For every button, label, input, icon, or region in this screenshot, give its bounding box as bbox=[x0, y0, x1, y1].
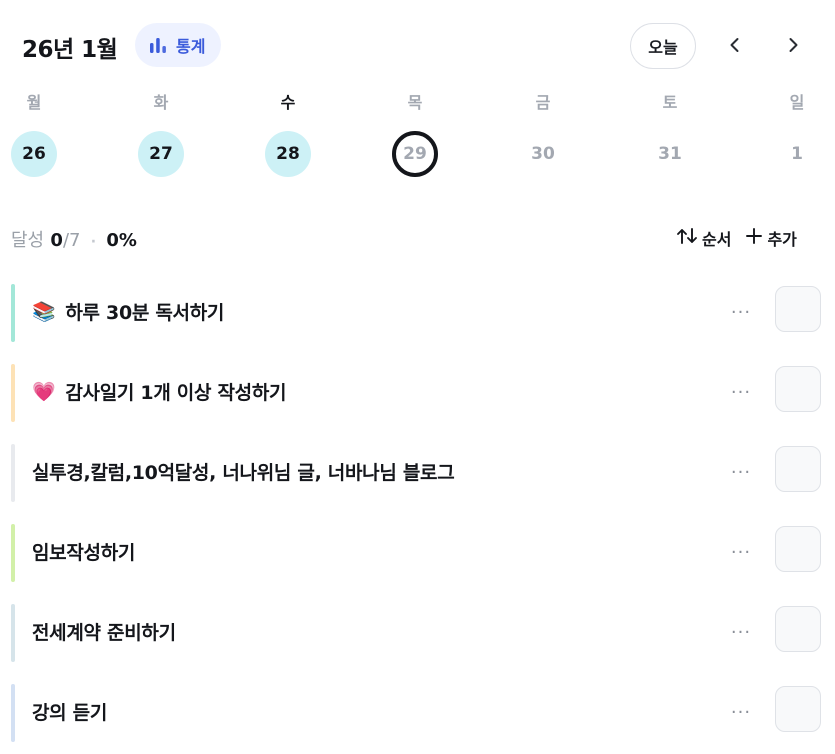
date-circle[interactable]: 27 bbox=[138, 131, 184, 177]
bar-chart-icon bbox=[149, 36, 169, 54]
task-title[interactable]: 전세계약 준비하기 bbox=[32, 618, 176, 645]
task-row[interactable]: 강의 듣기 ··· bbox=[0, 674, 835, 754]
week-strip: 월 26 화 27 수 28 목 29 금 30 토 31 일 1 bbox=[0, 88, 835, 184]
achievement-separator: · bbox=[90, 234, 97, 250]
more-options-icon[interactable]: ··· bbox=[725, 616, 757, 648]
day-column[interactable]: 일1 bbox=[767, 88, 827, 177]
task-checkbox[interactable] bbox=[775, 366, 821, 412]
task-emoji: 💗 bbox=[32, 381, 56, 403]
date-circle[interactable]: 31 bbox=[647, 131, 693, 177]
date-circle[interactable]: 1 bbox=[774, 131, 820, 177]
day-of-week-label: 일 bbox=[789, 93, 805, 112]
day-of-week-label: 토 bbox=[662, 93, 678, 112]
day-of-week-label: 금 bbox=[535, 93, 551, 112]
task-checkbox[interactable] bbox=[775, 686, 821, 732]
task-checkbox[interactable] bbox=[775, 526, 821, 572]
task-row[interactable]: 📚 하루 30분 독서하기 ··· bbox=[0, 274, 835, 354]
more-options-icon[interactable]: ··· bbox=[725, 536, 757, 568]
task-title[interactable]: 임보작성하기 bbox=[32, 538, 135, 565]
task-title-text: 실투경,칼럼,10억달성, 너나위님 글, 너바나님 블로그 bbox=[32, 462, 455, 484]
task-title-text: 강의 듣기 bbox=[32, 702, 108, 724]
calendar-header: 26년 1월 통계 오늘 bbox=[0, 22, 835, 70]
task-row[interactable]: 💗 감사일기 1개 이상 작성하기 ··· bbox=[0, 354, 835, 434]
task-color-bar bbox=[11, 604, 15, 662]
day-column[interactable]: 수 28 bbox=[258, 88, 318, 177]
date-circle[interactable]: 26 bbox=[11, 131, 57, 177]
day-column[interactable]: 월 26 bbox=[4, 88, 64, 177]
sort-label: 순서 bbox=[702, 230, 732, 249]
task-color-bar bbox=[11, 444, 15, 502]
task-row[interactable]: 전세계약 준비하기 ··· bbox=[0, 594, 835, 674]
add-task-button[interactable]: 추가 bbox=[745, 226, 797, 250]
more-options-icon[interactable]: ··· bbox=[725, 296, 757, 328]
date-circle[interactable]: 30 bbox=[520, 131, 566, 177]
task-emoji: 📚 bbox=[32, 301, 56, 323]
day-column[interactable]: 토 31 bbox=[640, 88, 700, 177]
day-of-week-label: 목 bbox=[407, 93, 423, 112]
list-actions: 순서 추가 bbox=[676, 226, 797, 250]
more-options-icon[interactable]: ··· bbox=[725, 456, 757, 488]
achievement-percent: 0% bbox=[106, 230, 137, 251]
task-title[interactable]: 📚 하루 30분 독서하기 bbox=[32, 298, 224, 325]
task-color-bar bbox=[11, 364, 15, 422]
chevron-left-icon[interactable] bbox=[718, 28, 752, 62]
sort-button[interactable]: 순서 bbox=[676, 226, 731, 250]
achievement-summary: 달성 0/7 · 0% bbox=[11, 226, 137, 252]
task-title[interactable]: 실투경,칼럼,10억달성, 너나위님 글, 너바나님 블로그 bbox=[32, 458, 455, 485]
task-title-text: 전세계약 준비하기 bbox=[32, 622, 176, 644]
sort-arrows-icon bbox=[676, 227, 698, 249]
stats-button[interactable]: 통계 bbox=[135, 23, 222, 67]
task-title-text: 하루 30분 독서하기 bbox=[65, 302, 225, 324]
day-column[interactable]: 목 29 bbox=[385, 88, 445, 177]
date-circle[interactable]: 29 bbox=[392, 131, 438, 177]
task-row[interactable]: 임보작성하기 ··· bbox=[0, 514, 835, 594]
task-color-bar bbox=[11, 284, 15, 342]
date-circle[interactable]: 28 bbox=[265, 131, 311, 177]
achievement-total: /7 bbox=[62, 230, 81, 251]
task-checkbox[interactable] bbox=[775, 286, 821, 332]
plus-icon bbox=[745, 227, 763, 249]
day-of-week-label: 수 bbox=[280, 93, 296, 112]
day-column[interactable]: 화 27 bbox=[131, 88, 191, 177]
chevron-right-icon[interactable] bbox=[776, 28, 810, 62]
day-of-week-label: 화 bbox=[153, 93, 169, 112]
more-options-icon[interactable]: ··· bbox=[725, 376, 757, 408]
achievement-done: 0 bbox=[50, 230, 63, 251]
stats-label: 통계 bbox=[176, 37, 206, 56]
task-title-text: 임보작성하기 bbox=[32, 542, 136, 564]
task-color-bar bbox=[11, 524, 15, 582]
day-column[interactable]: 금 30 bbox=[513, 88, 573, 177]
task-row[interactable]: 실투경,칼럼,10억달성, 너나위님 글, 너바나님 블로그 ··· bbox=[0, 434, 835, 514]
task-checkbox[interactable] bbox=[775, 446, 821, 492]
task-title[interactable]: 강의 듣기 bbox=[32, 698, 107, 725]
achievement-label: 달성 bbox=[11, 230, 45, 251]
today-button[interactable]: 오늘 bbox=[630, 23, 696, 69]
task-checkbox[interactable] bbox=[775, 606, 821, 652]
task-title[interactable]: 💗 감사일기 1개 이상 작성하기 bbox=[32, 378, 287, 405]
task-color-bar bbox=[11, 684, 15, 742]
month-title: 26년 1월 bbox=[22, 37, 118, 63]
day-of-week-label: 월 bbox=[26, 93, 42, 112]
add-label: 추가 bbox=[767, 230, 797, 249]
more-options-icon[interactable]: ··· bbox=[725, 696, 757, 728]
task-title-text: 감사일기 1개 이상 작성하기 bbox=[65, 382, 287, 404]
